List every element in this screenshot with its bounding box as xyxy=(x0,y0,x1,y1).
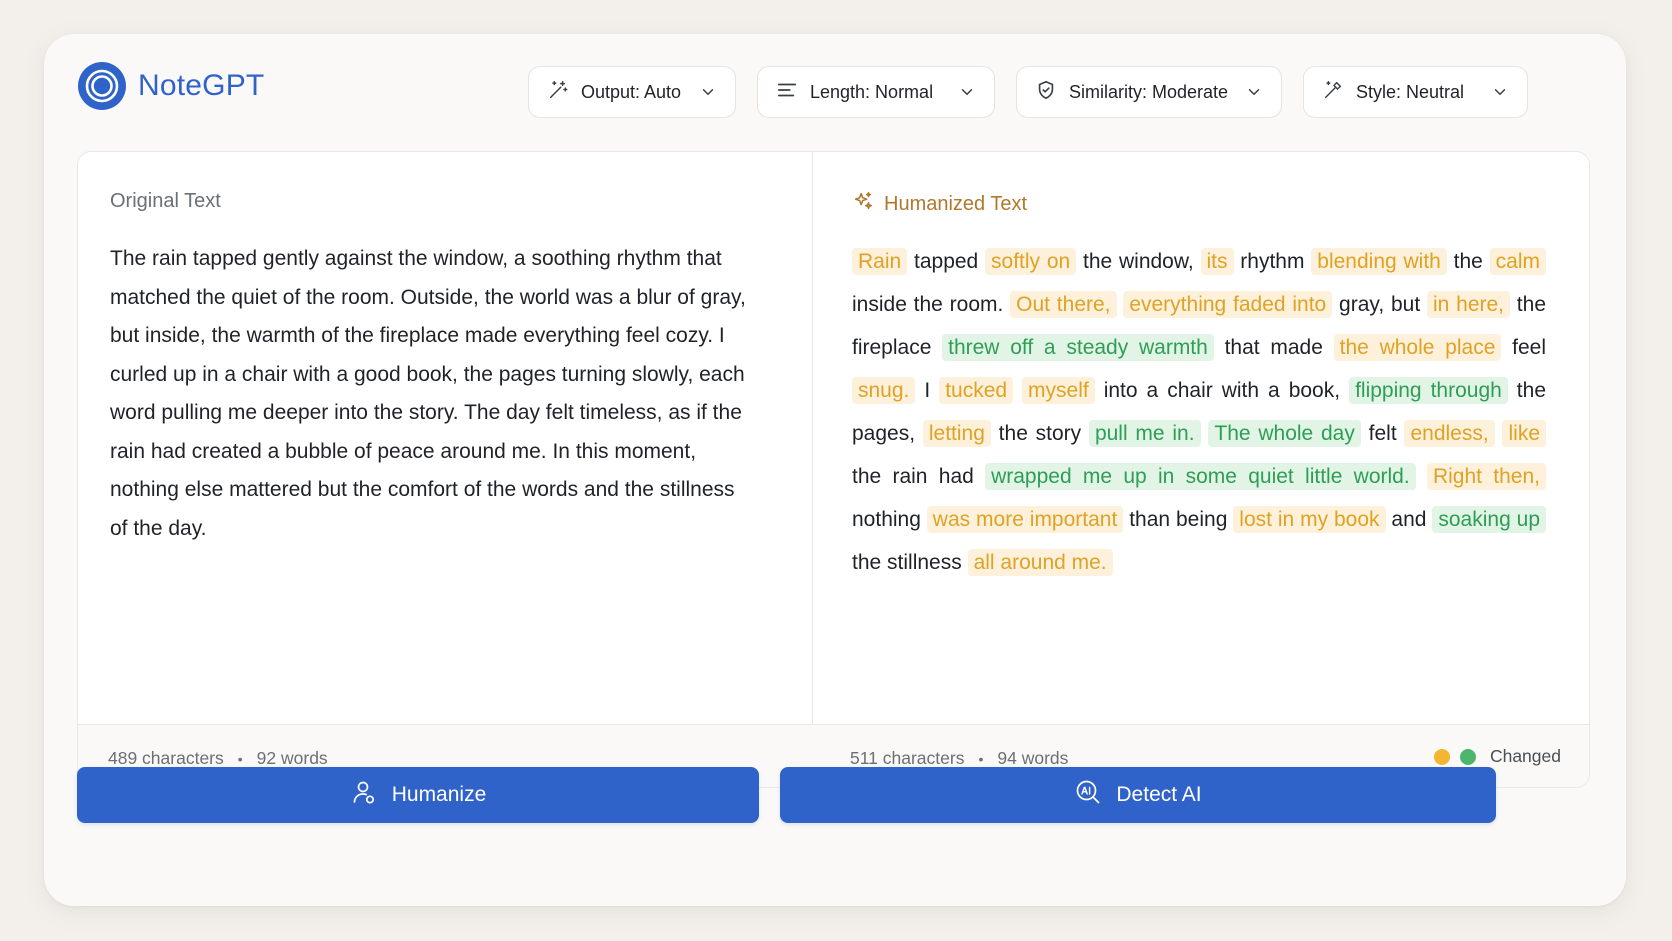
ai-magnifier-icon xyxy=(1074,778,1102,812)
changed-phrase-yellow: its xyxy=(1200,248,1234,275)
sparkle-icon xyxy=(852,190,874,218)
changed-phrase-yellow: lost in my book xyxy=(1233,506,1386,533)
options-toolbar: Output: Auto Length: Normal Similarity: … xyxy=(528,66,1528,118)
chevron-down-icon xyxy=(1245,83,1263,101)
similarity-dropdown[interactable]: Similarity: Moderate xyxy=(1016,66,1282,118)
unchanged-text: the window, xyxy=(1076,250,1201,273)
changed-phrase-green: flipping through xyxy=(1349,377,1508,404)
humanized-text-title-label: Humanized Text xyxy=(884,192,1028,215)
app-logo[interactable]: NoteGPT xyxy=(78,62,264,110)
user-icon xyxy=(350,778,378,812)
changed-phrase-green: threw off a steady warmth xyxy=(942,334,1214,361)
unchanged-text: the xyxy=(1446,250,1490,273)
unchanged-text: the stillness xyxy=(852,551,968,574)
unchanged-text: felt xyxy=(1360,422,1405,445)
changes-legend: Changed xyxy=(1433,746,1561,767)
changed-phrase-yellow: endless, xyxy=(1404,420,1495,447)
humanized-word-count: 94 words xyxy=(997,748,1069,768)
detect-ai-button-label: Detect AI xyxy=(1116,783,1202,806)
original-stats: 489 characters • 92 words xyxy=(108,748,328,769)
text-panels: Original Text The rain tapped gently aga… xyxy=(77,151,1590,788)
detect-ai-button[interactable]: Detect AI xyxy=(780,767,1496,823)
unchanged-text xyxy=(1416,465,1427,488)
panel-divider xyxy=(812,152,813,787)
unchanged-text: gray, but xyxy=(1332,293,1427,316)
original-text-title: Original Text xyxy=(110,190,221,213)
chevron-down-icon xyxy=(1491,83,1509,101)
unchanged-text: rhythm xyxy=(1233,250,1312,273)
shield-check-icon xyxy=(1035,79,1057,106)
original-character-count: 489 characters xyxy=(108,748,224,768)
unchanged-text: I xyxy=(915,379,940,402)
changed-phrase-yellow: Rain xyxy=(852,248,908,275)
unchanged-text: than being xyxy=(1123,508,1234,531)
changed-phrase-green: soaking up xyxy=(1432,506,1547,533)
unchanged-text: that made xyxy=(1213,336,1334,359)
changed-phrase-yellow: letting xyxy=(922,420,991,447)
similarity-dropdown-label: Similarity: Moderate xyxy=(1069,81,1229,102)
humanized-text-output[interactable]: Rain tapped softly on the window, its rh… xyxy=(852,240,1547,584)
changed-phrase-yellow: was more important xyxy=(926,506,1124,533)
original-text-title-label: Original Text xyxy=(110,190,221,212)
style-dropdown-label: Style: Neutral xyxy=(1356,81,1465,102)
changed-phrase-yellow: the whole place xyxy=(1333,334,1502,361)
changed-phrase-yellow: tucked xyxy=(939,377,1014,404)
chevron-down-icon xyxy=(699,83,717,101)
app-name: NoteGPT xyxy=(138,69,265,102)
legend-label: Changed xyxy=(1489,746,1561,766)
unchanged-text: inside the room. xyxy=(852,293,1011,316)
stats-separator: • xyxy=(237,750,243,767)
legend-yellow-dot xyxy=(1433,748,1450,765)
changed-phrase-yellow: Out there, xyxy=(1010,291,1117,318)
unchanged-text xyxy=(1013,379,1022,402)
output-dropdown[interactable]: Output: Auto xyxy=(528,66,736,118)
notegpt-logo-icon xyxy=(78,62,126,110)
chevron-down-icon xyxy=(958,83,976,101)
output-dropdown-label: Output: Auto xyxy=(581,81,682,102)
stats-separator: • xyxy=(978,750,984,767)
unchanged-text: nothing xyxy=(852,508,927,531)
main-card: NoteGPT Output: Auto Length: Normal Simi… xyxy=(44,34,1626,906)
pen-wand-icon xyxy=(1322,79,1344,106)
changed-phrase-yellow: calm xyxy=(1489,248,1546,275)
length-dropdown-label: Length: Normal xyxy=(810,81,934,102)
legend-green-dot xyxy=(1459,748,1476,765)
humanized-stats: 511 characters • 94 words xyxy=(850,748,1068,769)
humanized-text-title: Humanized Text xyxy=(852,190,1027,218)
changed-phrase-green: The whole day xyxy=(1208,420,1361,447)
original-text-input[interactable]: The rain tapped gently against the windo… xyxy=(110,240,750,548)
humanized-character-count: 511 characters xyxy=(850,748,965,768)
changed-phrase-yellow: blending with xyxy=(1311,248,1447,275)
changed-phrase-green: wrapped me up in some quiet little world… xyxy=(985,463,1416,490)
style-dropdown[interactable]: Style: Neutral xyxy=(1303,66,1528,118)
changed-phrase-yellow: snug. xyxy=(852,377,916,404)
magic-wand-sparkle-icon xyxy=(547,79,569,106)
original-word-count: 92 words xyxy=(256,748,328,768)
unchanged-text: tapped xyxy=(907,250,986,273)
unchanged-text: into a chair with a book, xyxy=(1094,379,1350,402)
changed-phrase-yellow: everything faded into xyxy=(1123,291,1333,318)
changed-phrase-yellow: Right then, xyxy=(1426,463,1546,490)
length-dropdown[interactable]: Length: Normal xyxy=(757,66,995,118)
text-lines-icon xyxy=(776,79,798,106)
changed-phrase-yellow: softly on xyxy=(985,248,1077,275)
unchanged-text: the rain had xyxy=(852,465,986,488)
changed-phrase-yellow: in here, xyxy=(1426,291,1510,318)
changed-phrase-yellow: like xyxy=(1502,420,1546,447)
changed-phrase-yellow: myself xyxy=(1022,377,1095,404)
unchanged-text: and xyxy=(1385,508,1433,531)
changed-phrase-green: pull me in. xyxy=(1088,420,1201,447)
changed-phrase-yellow: all around me. xyxy=(967,549,1113,576)
humanize-button-label: Humanize xyxy=(391,783,487,806)
unchanged-text: the story xyxy=(990,422,1089,445)
humanize-button[interactable]: Humanize xyxy=(77,767,759,823)
unchanged-text: feel xyxy=(1501,336,1546,359)
